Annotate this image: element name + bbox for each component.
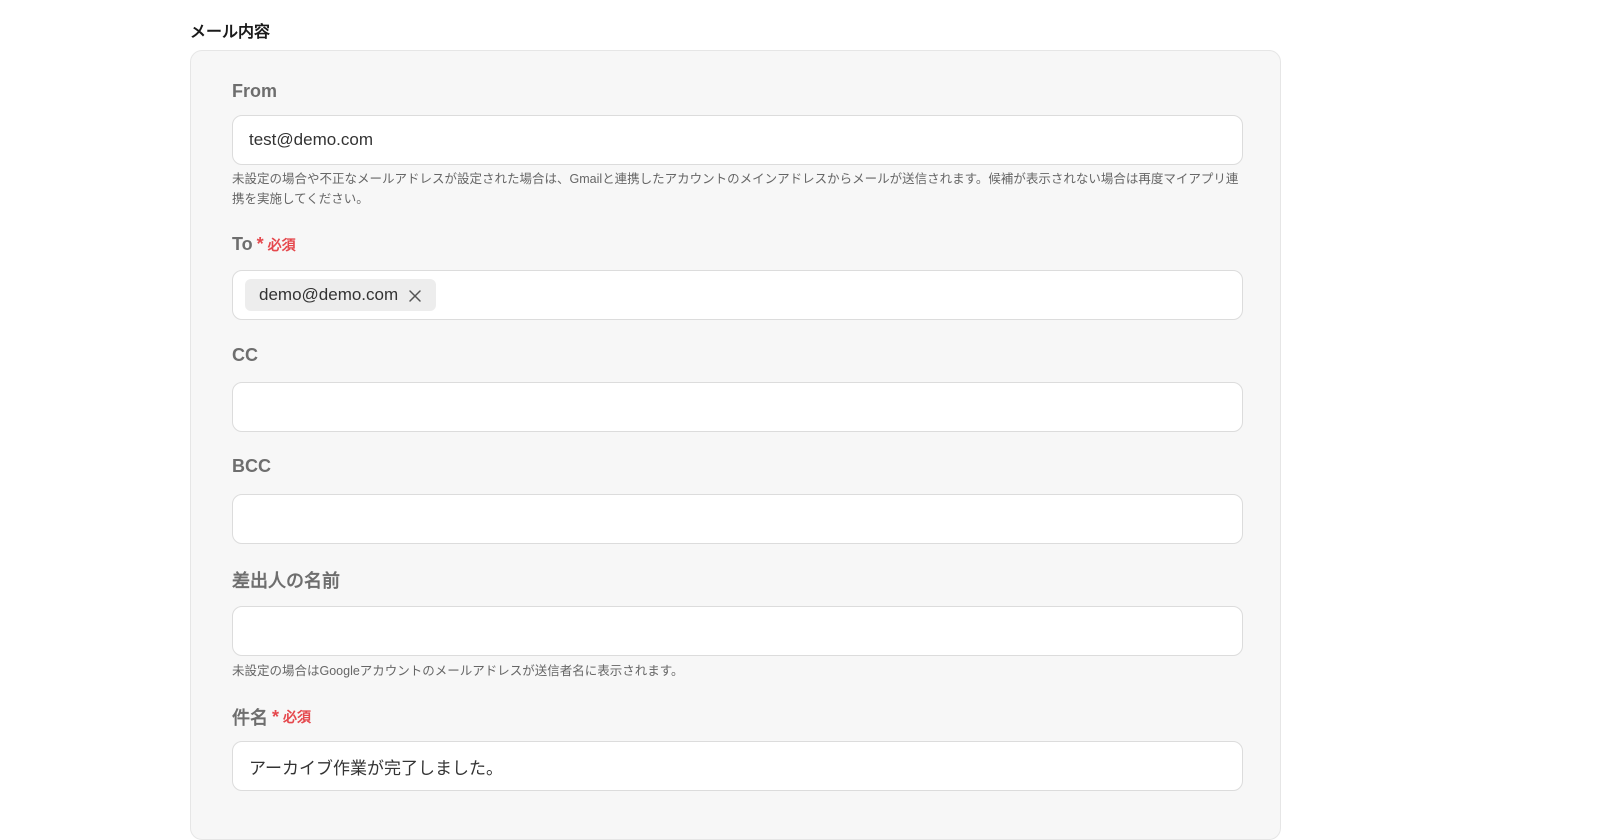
cc-label: CC <box>232 345 258 366</box>
subject-label-text: 件名 <box>232 708 268 728</box>
close-icon[interactable] <box>408 288 422 302</box>
required-star: * <box>272 706 280 727</box>
required-text: 必須 <box>267 236 296 253</box>
subject-value: アーカイブ作業が完了しました。 <box>249 758 503 778</box>
subject-input[interactable]: アーカイブ作業が完了しました。 <box>232 741 1243 791</box>
to-input[interactable]: demo@demo.com <box>232 270 1243 320</box>
bcc-label-text: BCC <box>232 456 271 476</box>
bcc-input[interactable] <box>232 494 1243 544</box>
to-label-text: To <box>232 234 253 254</box>
required-text: 必須 <box>283 709 312 725</box>
from-help-text: 未設定の場合や不正なメールアドレスが設定された場合は、Gmailと連携したアカウ… <box>232 172 1239 206</box>
section-title: メール内容 <box>190 24 271 41</box>
sender-name-label: 差出人の名前 <box>232 567 340 593</box>
from-label-text: From <box>232 81 277 101</box>
sender-name-input[interactable] <box>232 606 1243 656</box>
sender-name-help-text: 未設定の場合はGoogleアカウントのメールアドレスが送信者名に表示されます。 <box>232 664 684 678</box>
subject-label: 件名 * 必須 <box>232 704 311 730</box>
cc-input[interactable] <box>232 382 1243 432</box>
from-input[interactable]: test@demo.com <box>232 115 1243 165</box>
to-chip: demo@demo.com <box>245 279 437 311</box>
cc-label-text: CC <box>232 345 258 365</box>
required-star: * <box>256 234 264 254</box>
bcc-label: BCC <box>232 456 271 477</box>
to-chip-label: demo@demo.com <box>259 285 399 304</box>
from-value: test@demo.com <box>249 130 374 149</box>
from-label: From <box>232 81 277 102</box>
to-label: To * 必須 <box>232 234 296 255</box>
sender-name-label-text: 差出人の名前 <box>232 571 340 591</box>
